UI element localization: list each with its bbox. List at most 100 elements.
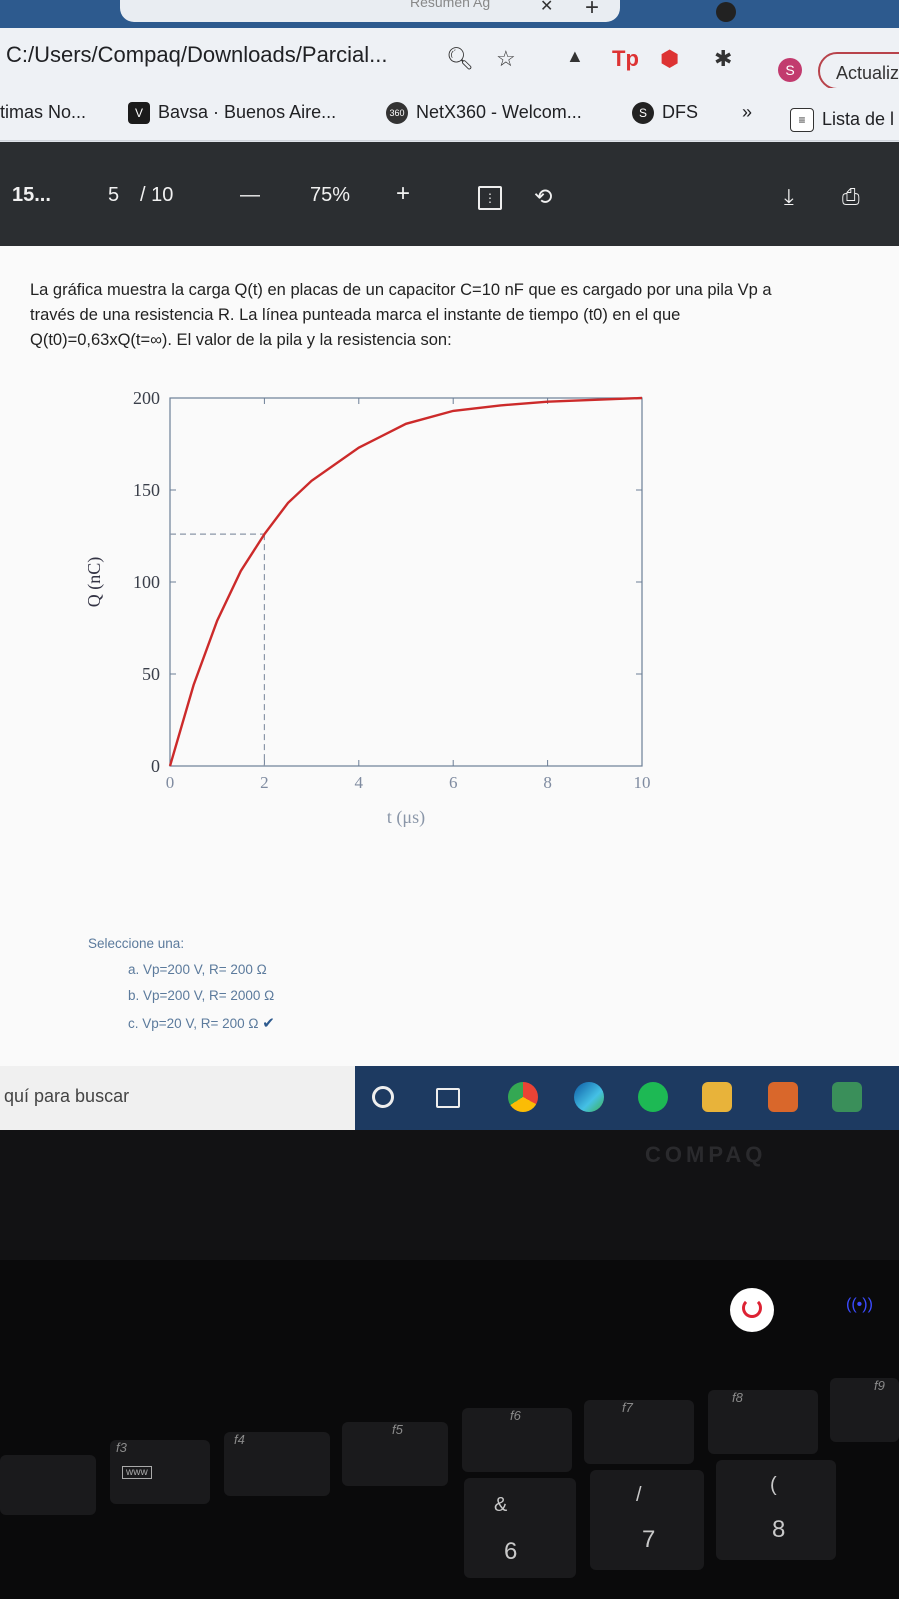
tick-labels: 0 2 4 6 8 10050100150200: [133, 388, 651, 792]
fit-page-icon[interactable]: ⋮: [478, 186, 502, 210]
key-f8[interactable]: f8: [708, 1390, 818, 1454]
key-7[interactable]: / 7: [590, 1470, 704, 1570]
key-8[interactable]: ( 8: [716, 1460, 836, 1560]
netx360-logo-icon: 360: [386, 102, 408, 125]
wireless-icon: ((•)): [846, 1296, 873, 1313]
plot-frame: [169, 397, 643, 767]
spotify-icon[interactable]: [638, 1082, 668, 1112]
fkey-label: f4: [234, 1432, 245, 1447]
taskbar-search-input[interactable]: quí para buscar: [0, 1066, 355, 1130]
power-icon: [742, 1298, 762, 1318]
update-button[interactable]: Actualiz: [818, 52, 899, 90]
cortana-icon[interactable]: [372, 1086, 394, 1108]
download-icon[interactable]: ⤓: [784, 184, 794, 210]
reading-list-button[interactable]: ≡ Lista de l: [790, 108, 894, 132]
key-f7[interactable]: f7: [584, 1400, 694, 1464]
choice-letter: a.: [128, 962, 140, 977]
tab-title: Resumen Ag: [410, 0, 491, 10]
zoom-level: 75%: [310, 184, 351, 206]
zoom-in-button[interactable]: +: [396, 180, 410, 208]
extensions-puzzle-icon[interactable]: ✱: [714, 46, 732, 72]
y-tick-label: 50: [142, 664, 160, 684]
tab-strip: Resumen Ag ✕ +: [0, 0, 899, 28]
store-icon[interactable]: [768, 1082, 798, 1112]
key-6[interactable]: & 6: [464, 1478, 576, 1578]
rotate-icon[interactable]: ⟲: [534, 184, 552, 210]
key-f9[interactable]: f9: [830, 1378, 899, 1442]
profile-avatar[interactable]: S: [778, 58, 802, 82]
print-icon[interactable]: ⎙: [842, 184, 860, 210]
close-tab-icon[interactable]: ✕: [540, 0, 553, 16]
y-tick-label: 0: [151, 756, 160, 776]
key-number: 7: [642, 1526, 656, 1553]
bookmark-item[interactable]: 360 NetX360 - Welcom...: [386, 102, 582, 125]
new-tab-icon[interactable]: +: [585, 0, 599, 22]
key-shift-symbol: (: [770, 1474, 777, 1496]
x-tick-label: 6: [449, 773, 458, 792]
pdf-toolbar: 15... 5 / 10 — 75% + ⋮ ⟲ ⤓ ⎙: [0, 142, 899, 246]
key-f4[interactable]: f4: [224, 1432, 330, 1496]
extension-tp-icon[interactable]: Tp: [612, 46, 639, 72]
search-icon[interactable]: 🔍︎: [446, 46, 474, 72]
dfs-logo-icon: S: [632, 102, 654, 125]
calculator-icon[interactable]: [832, 1082, 862, 1112]
list-icon: ≡: [790, 108, 814, 132]
key-f3[interactable]: f3 www: [110, 1440, 210, 1504]
edge-icon[interactable]: [574, 1082, 604, 1112]
chrome-icon[interactable]: [508, 1082, 538, 1112]
x-axis-label: t (μs): [387, 807, 425, 828]
extension-shield-icon[interactable]: ⬢: [660, 46, 679, 72]
search-placeholder: quí para buscar: [4, 1086, 130, 1106]
y-tick-label: 200: [133, 388, 160, 408]
fkey-label: f6: [510, 1408, 521, 1423]
bookmark-star-icon[interactable]: ☆: [496, 46, 516, 72]
x-tick-label: 10: [634, 773, 651, 792]
taskbar: quí para buscar: [0, 1066, 899, 1130]
choice-a[interactable]: a. Vp=200 V, R= 200 Ω: [128, 962, 267, 977]
x-tick-label: 4: [355, 773, 364, 792]
task-view-icon[interactable]: [436, 1088, 460, 1108]
file-explorer-icon[interactable]: [702, 1082, 732, 1112]
fkey-label: f3: [116, 1440, 127, 1455]
bookmark-label: Lista de l: [822, 108, 895, 129]
series-line: [168, 396, 643, 767]
url-field[interactable]: C:/Users/Compaq/Downloads/Parcial...: [6, 42, 387, 68]
more-bookmarks-button[interactable]: »: [742, 102, 752, 123]
x-tick-label: 8: [543, 773, 552, 792]
bookmark-label: NetX360 - Welcom...: [416, 102, 582, 122]
key-f6[interactable]: f6: [462, 1408, 572, 1472]
choice-c[interactable]: c. Vp=20 V, R= 200 Ω ✔: [128, 1014, 275, 1032]
x-tick-label: 0: [166, 773, 175, 792]
pdf-page: La gráfica muestra la carga Q(t) en plac…: [0, 246, 899, 1066]
key-number: 6: [504, 1538, 518, 1565]
bookmark-label: timas No...: [0, 102, 87, 122]
address-bar: C:/Users/Compaq/Downloads/Parcial... 🔍︎ …: [0, 28, 899, 90]
key-f2[interactable]: [0, 1455, 96, 1515]
fkey-label: f7: [622, 1400, 633, 1415]
bavsa-logo-icon: V: [128, 102, 150, 125]
bookmark-item[interactable]: V Bavsa · Buenos Aire...: [128, 102, 337, 125]
choices-prompt: Seleccione una:: [88, 936, 185, 951]
www-label: www: [122, 1466, 152, 1479]
bookmark-label: Bavsa · Buenos Aire...: [158, 102, 337, 122]
extension-icon[interactable]: ▲: [566, 46, 584, 67]
fkey-label: f9: [874, 1378, 885, 1393]
key-number: 8: [772, 1516, 786, 1543]
browser-menu-icon[interactable]: [716, 2, 736, 22]
choice-letter: c.: [128, 1016, 139, 1031]
zoom-out-button[interactable]: —: [240, 184, 260, 207]
y-tick-label: 150: [133, 480, 160, 500]
key-shift-symbol: /: [636, 1484, 642, 1506]
bookmark-item[interactable]: S DFS: [632, 102, 698, 125]
y-axis-label: Q (nC): [84, 557, 105, 608]
question-text: La gráfica muestra la carga Q(t) en plac…: [30, 278, 870, 353]
power-button[interactable]: [730, 1288, 774, 1332]
choice-text: Vp=200 V, R= 200 Ω: [143, 962, 267, 977]
page-total: / 10: [140, 184, 174, 206]
key-f5[interactable]: f5: [342, 1422, 448, 1486]
choice-b[interactable]: b. Vp=200 V, R= 2000 Ω: [128, 988, 274, 1003]
bookmark-item[interactable]: timas No...: [0, 102, 86, 123]
laptop-keyboard: ((•)) f3 www f4 f5 f6 f7 f8 f9 & 6 / 7 (…: [0, 1260, 899, 1599]
charge-curve-chart: 0 2 4 6 8 10050100150200 t (μs) Q (nC): [84, 388, 651, 828]
page-number-input[interactable]: 5: [108, 184, 119, 207]
